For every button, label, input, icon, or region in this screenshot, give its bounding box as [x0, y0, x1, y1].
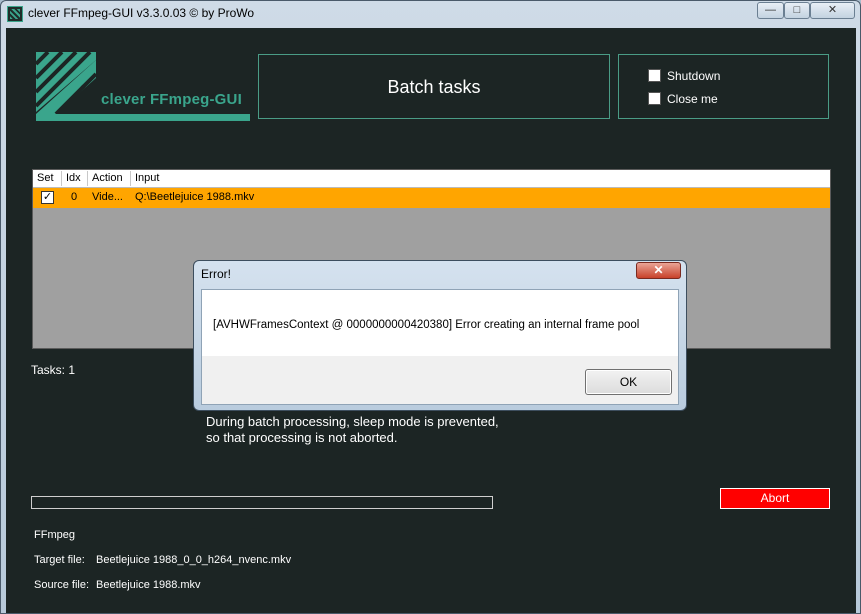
dialog-body: [AVHWFramesContext @ 0000000000420380] E…	[201, 289, 679, 405]
minimize-button[interactable]: —	[757, 2, 784, 19]
app-logo-icon	[34, 52, 250, 121]
page-title: Batch tasks	[387, 77, 481, 97]
dialog-message-area: [AVHWFramesContext @ 0000000000420380] E…	[202, 290, 678, 356]
row-set-checkbox[interactable]: ✓	[41, 191, 54, 204]
tasks-count: Tasks: 1	[31, 363, 75, 377]
logo-text: clever FFmpeg-GUI	[101, 91, 242, 108]
column-header-idx[interactable]: Idx	[62, 171, 88, 186]
sleep-note: During batch processing, sleep mode is p…	[206, 414, 499, 446]
shutdown-label: Shutdown	[667, 69, 721, 83]
source-file-row: Source file: Beetlejuice 1988.mkv	[34, 579, 201, 591]
tasks-value: 1	[68, 363, 76, 377]
column-header-action[interactable]: Action	[88, 171, 131, 186]
target-file-value: Beetlejuice 1988_0_0_h264_nvenc.mkv	[96, 554, 292, 566]
close-button[interactable]: ✕	[810, 2, 855, 19]
sleep-note-line-1: During batch processing, sleep mode is p…	[206, 414, 499, 429]
table-header: Set Idx Action Input	[33, 170, 830, 188]
source-file-label: Source file:	[34, 579, 90, 591]
column-header-set[interactable]: Set	[33, 171, 62, 186]
header-box: Batch tasks	[258, 54, 610, 119]
progress-bar	[31, 496, 493, 509]
source-file-value: Beetlejuice 1988.mkv	[96, 579, 201, 591]
maximize-button[interactable]: □	[784, 2, 810, 19]
dialog-close-button[interactable]: ✕	[636, 262, 681, 279]
row-input: Q:\Beetlejuice 1988.mkv	[135, 191, 255, 203]
title-bar[interactable]: clever FFmpeg-GUI v3.3.0.03 © by ProWo —…	[1, 1, 860, 27]
close-me-label: Close me	[667, 92, 718, 106]
error-dialog: Error! ✕ [AVHWFramesContext @ 0000000000…	[193, 260, 687, 411]
target-file-label: Target file:	[34, 554, 85, 566]
engine-label: FFmpeg	[34, 529, 75, 541]
ok-button[interactable]: OK	[585, 369, 672, 395]
dialog-title: Error!	[201, 267, 231, 281]
row-action: Vide...	[92, 191, 123, 203]
window-title: clever FFmpeg-GUI v3.3.0.03 © by ProWo	[28, 6, 255, 20]
app-icon	[7, 6, 23, 22]
row-idx: 0	[71, 191, 78, 203]
error-message: [AVHWFramesContext @ 0000000000420380] E…	[213, 319, 640, 331]
shutdown-checkbox[interactable]	[648, 69, 661, 82]
table-row[interactable]: ✓ 0 Vide... Q:\Beetlejuice 1988.mkv	[33, 188, 830, 208]
close-me-checkbox[interactable]	[648, 92, 661, 105]
tasks-label: Tasks:	[31, 363, 66, 377]
abort-button[interactable]: Abort	[720, 488, 830, 509]
target-file-row: Target file: Beetlejuice 1988_0_0_h264_n…	[34, 554, 291, 566]
column-header-input[interactable]: Input	[131, 171, 830, 186]
options-box: Shutdown Close me	[618, 54, 829, 119]
sleep-note-line-2: so that processing is not aborted.	[206, 430, 398, 445]
